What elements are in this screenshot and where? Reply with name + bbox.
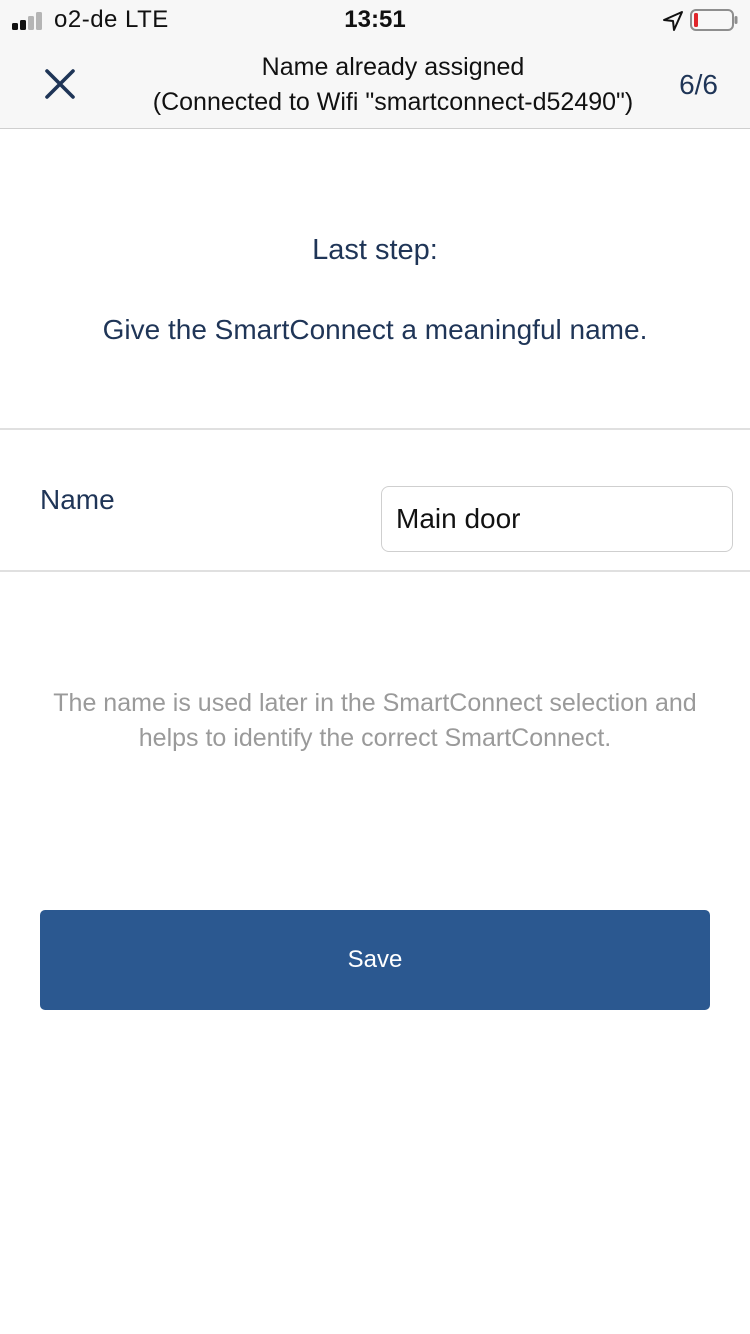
nav-title-line2: (Connected to Wifi "smartconnect-d52490"… [152,88,634,116]
close-button[interactable] [30,56,90,112]
intro-heading: Last step: [312,234,438,266]
save-button[interactable]: Save [40,910,710,1010]
hint-line1: The name is used later in the SmartConne… [53,689,697,717]
battery-icon [690,9,738,31]
location-arrow-icon [663,11,683,31]
screen: o2-de LTE 13:51 Name already assigned (C… [0,0,750,1334]
intro-section: Last step: Give the SmartConnect a meani… [0,230,750,350]
name-label: Name [40,484,115,515]
divider-bottom [0,570,750,572]
hint-text: The name is used later in the SmartConne… [30,686,720,756]
close-icon [45,69,75,99]
status-bar: o2-de LTE 13:51 [0,0,750,40]
nav-title: Name already assigned (Connected to Wifi… [110,50,676,120]
name-row: Name [0,430,750,570]
nav-title-line1: Name already assigned [261,53,525,81]
status-time: 13:51 [344,6,406,33]
nav-bar: Name already assigned (Connected to Wifi… [0,40,750,129]
step-indicator: 6/6 [679,69,718,100]
intro-text: Give the SmartConnect a meaningful name. [102,314,648,345]
hint-line2: helps to identify the correct SmartConne… [138,724,612,752]
name-input[interactable] [381,486,733,552]
